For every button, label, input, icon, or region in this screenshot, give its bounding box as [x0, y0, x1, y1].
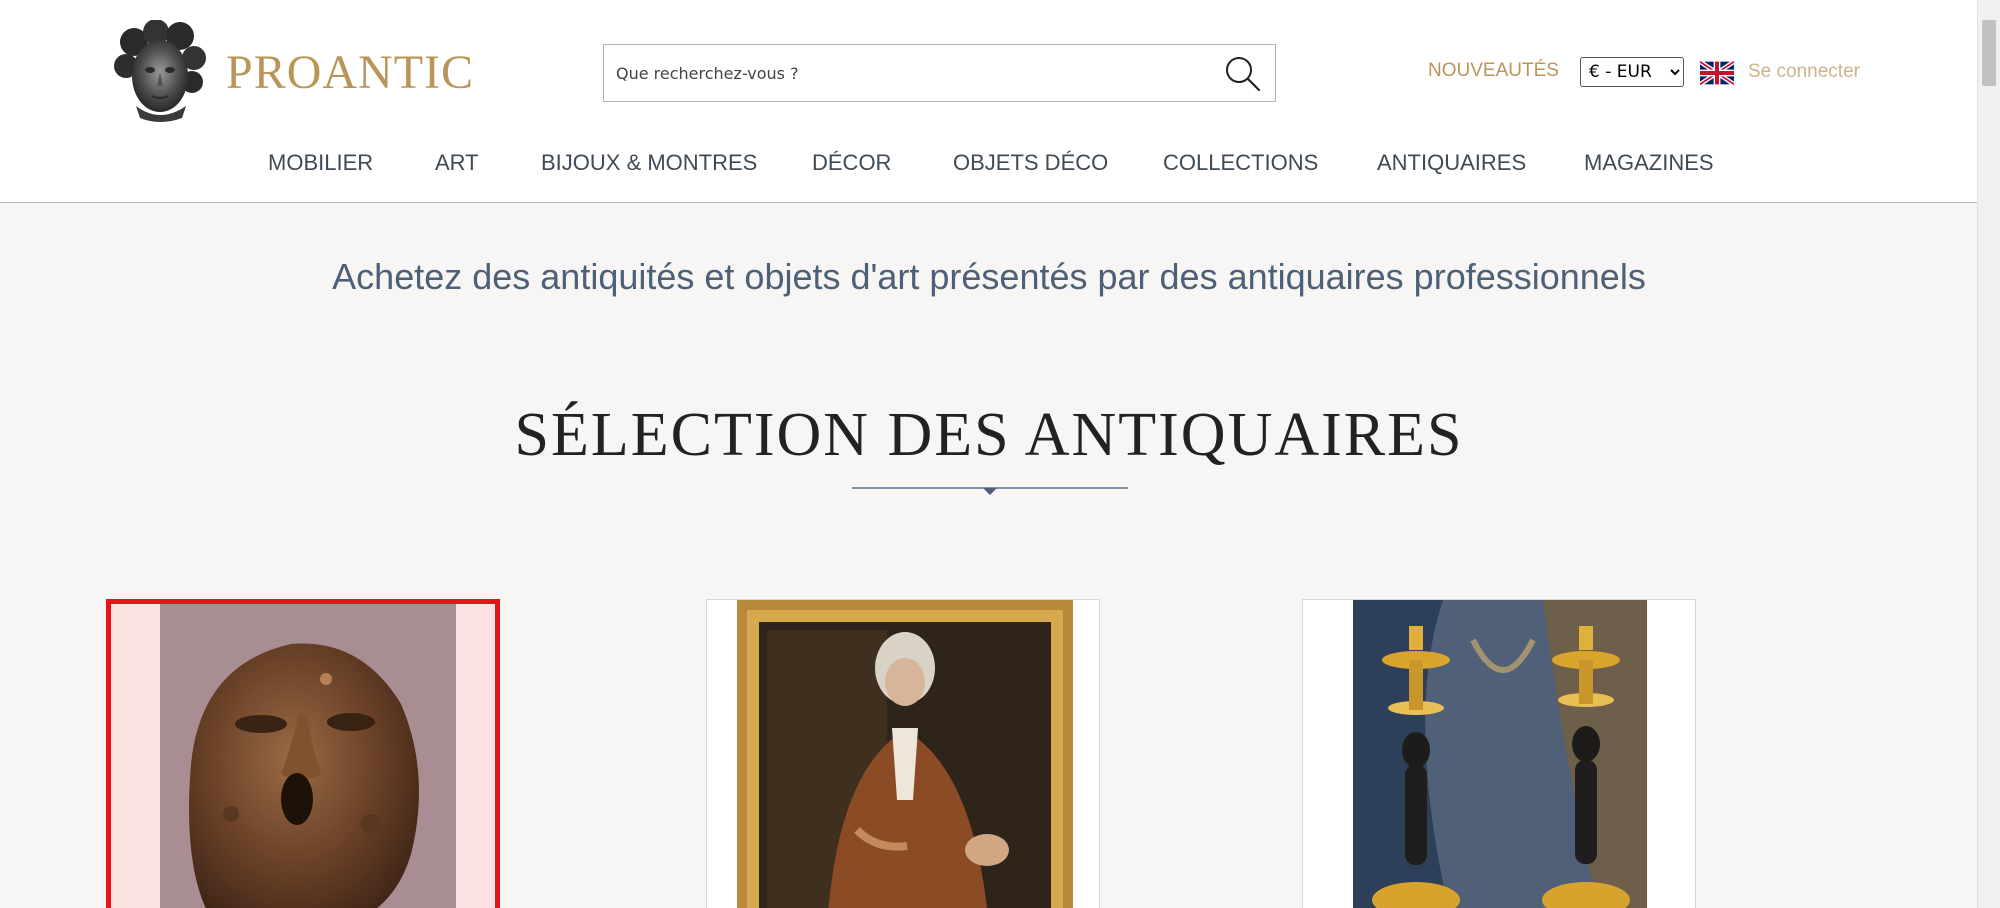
search-icon[interactable]	[1223, 55, 1261, 93]
nav-item-collections[interactable]: COLLECTIONS	[1163, 150, 1318, 176]
nouveautes-link[interactable]: NOUVEAUTÉS	[1428, 60, 1559, 82]
main-nav: MOBILIER ART BIJOUX & MONTRES DÉCOR OBJE…	[0, 146, 1978, 182]
nav-item-antiquaires[interactable]: ANTIQUAIRES	[1377, 150, 1526, 176]
search-box	[603, 44, 1276, 102]
scrollbar-thumb[interactable]	[1982, 20, 1996, 86]
login-link[interactable]: Se connecter	[1748, 61, 1860, 83]
candelabras-image	[1303, 600, 1695, 908]
product-card-stone-mask[interactable]	[106, 599, 500, 908]
nav-item-objets-deco[interactable]: OBJETS DÉCO	[953, 150, 1108, 176]
title-divider	[852, 487, 1128, 495]
logo-text: PROANTIC	[226, 45, 475, 99]
logo[interactable]: PROANTIC	[112, 20, 474, 124]
vertical-scrollbar[interactable]	[1977, 0, 2000, 908]
logo-head-icon	[114, 20, 206, 122]
portrait-painting-image	[707, 600, 1099, 908]
uk-flag-icon[interactable]	[1700, 60, 1734, 86]
product-card-candelabras[interactable]	[1302, 599, 1696, 908]
nav-item-bijoux-montres[interactable]: BIJOUX & MONTRES	[541, 150, 757, 176]
search-input[interactable]	[604, 45, 1228, 101]
site-header: PROANTIC NOUVEAUTÉS € - EUR Se connecter…	[0, 0, 1978, 203]
page: PROANTIC NOUVEAUTÉS € - EUR Se connecter…	[0, 0, 1978, 908]
nav-item-art[interactable]: ART	[435, 150, 479, 176]
stone-mask-image	[111, 604, 495, 908]
nav-item-decor[interactable]: DÉCOR	[812, 150, 891, 176]
currency-select[interactable]: € - EUR	[1580, 57, 1684, 87]
section-title: SÉLECTION DES ANTIQUAIRES	[514, 401, 1464, 469]
nav-item-magazines[interactable]: MAGAZINES	[1584, 150, 1714, 176]
tagline: Achetez des antiquités et objets d'art p…	[332, 256, 1646, 297]
nav-item-mobilier[interactable]: MOBILIER	[268, 150, 373, 176]
product-card-portrait[interactable]	[706, 599, 1100, 908]
